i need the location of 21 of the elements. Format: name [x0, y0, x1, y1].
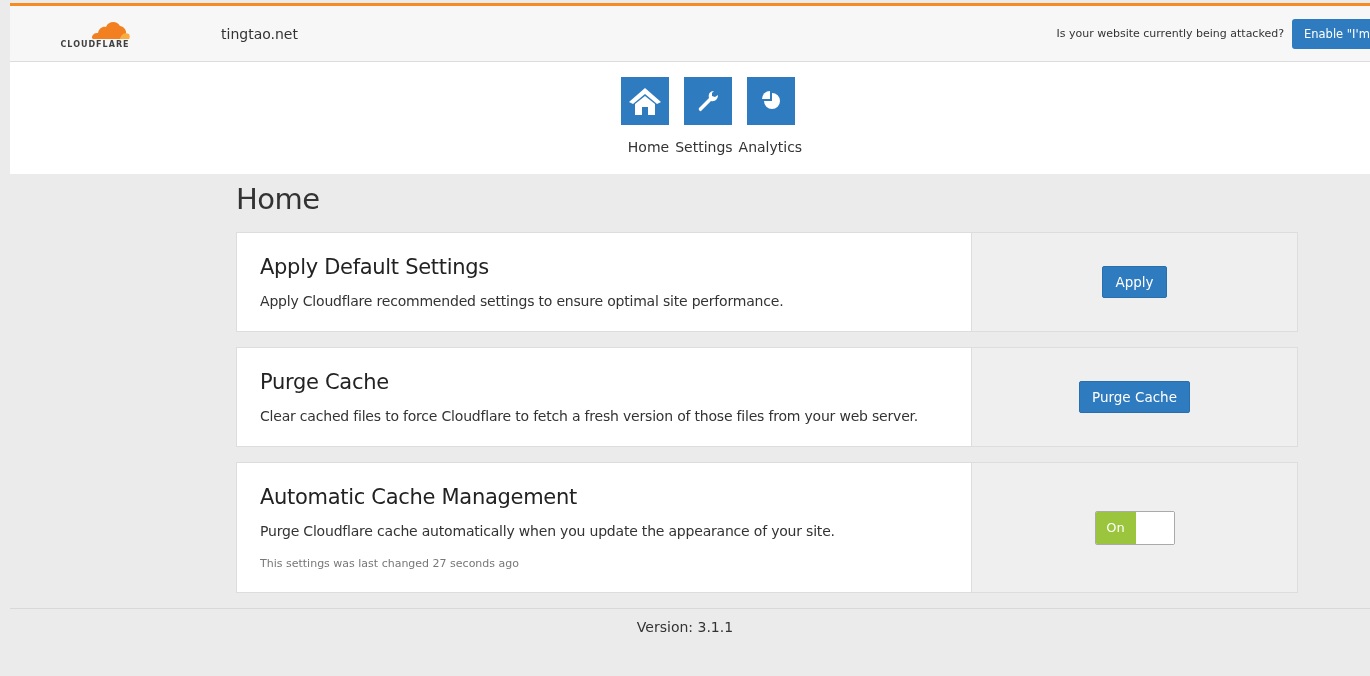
card-title: Apply Default Settings — [260, 255, 490, 279]
under-attack-button[interactable]: Enable "I'm — [1292, 18, 1370, 49]
action-button[interactable]: Purge Cache — [1079, 381, 1190, 413]
nav-link[interactable]: Home — [627, 139, 670, 155]
nav-link[interactable]: Settings — [675, 139, 733, 155]
card-description: Clear cached files to force Cloudflare to fetch a fresh version of those files from your web server. — [260, 408, 920, 424]
card-description: Apply Cloudflare recommended settings to ensure optimal site performance. — [260, 293, 785, 309]
attack-question: Is your website currently being attacked? — [1056, 27, 1284, 40]
cloudflare-logo: CLOUDFLARE — [56, 18, 134, 49]
page-title: Home — [236, 182, 321, 216]
version-text: Version: 3.1.1 — [635, 619, 735, 635]
wrench-icon[interactable] — [684, 77, 732, 125]
domain-name: tingtao.net — [221, 25, 298, 42]
pie-chart-icon[interactable] — [747, 77, 795, 125]
home-icon[interactable] — [621, 77, 669, 125]
nav-link[interactable]: Analytics — [738, 139, 803, 155]
last-changed-note: This settings was last changed 27 seconds ago — [260, 557, 520, 570]
card-description: Purge Cloudflare cache automatically when you update the appearance of your site. — [260, 523, 836, 539]
action-button[interactable]: Apply — [1102, 266, 1167, 298]
card-title: Automatic Cache Management — [260, 485, 578, 509]
card-title: Purge Cache — [260, 370, 390, 394]
